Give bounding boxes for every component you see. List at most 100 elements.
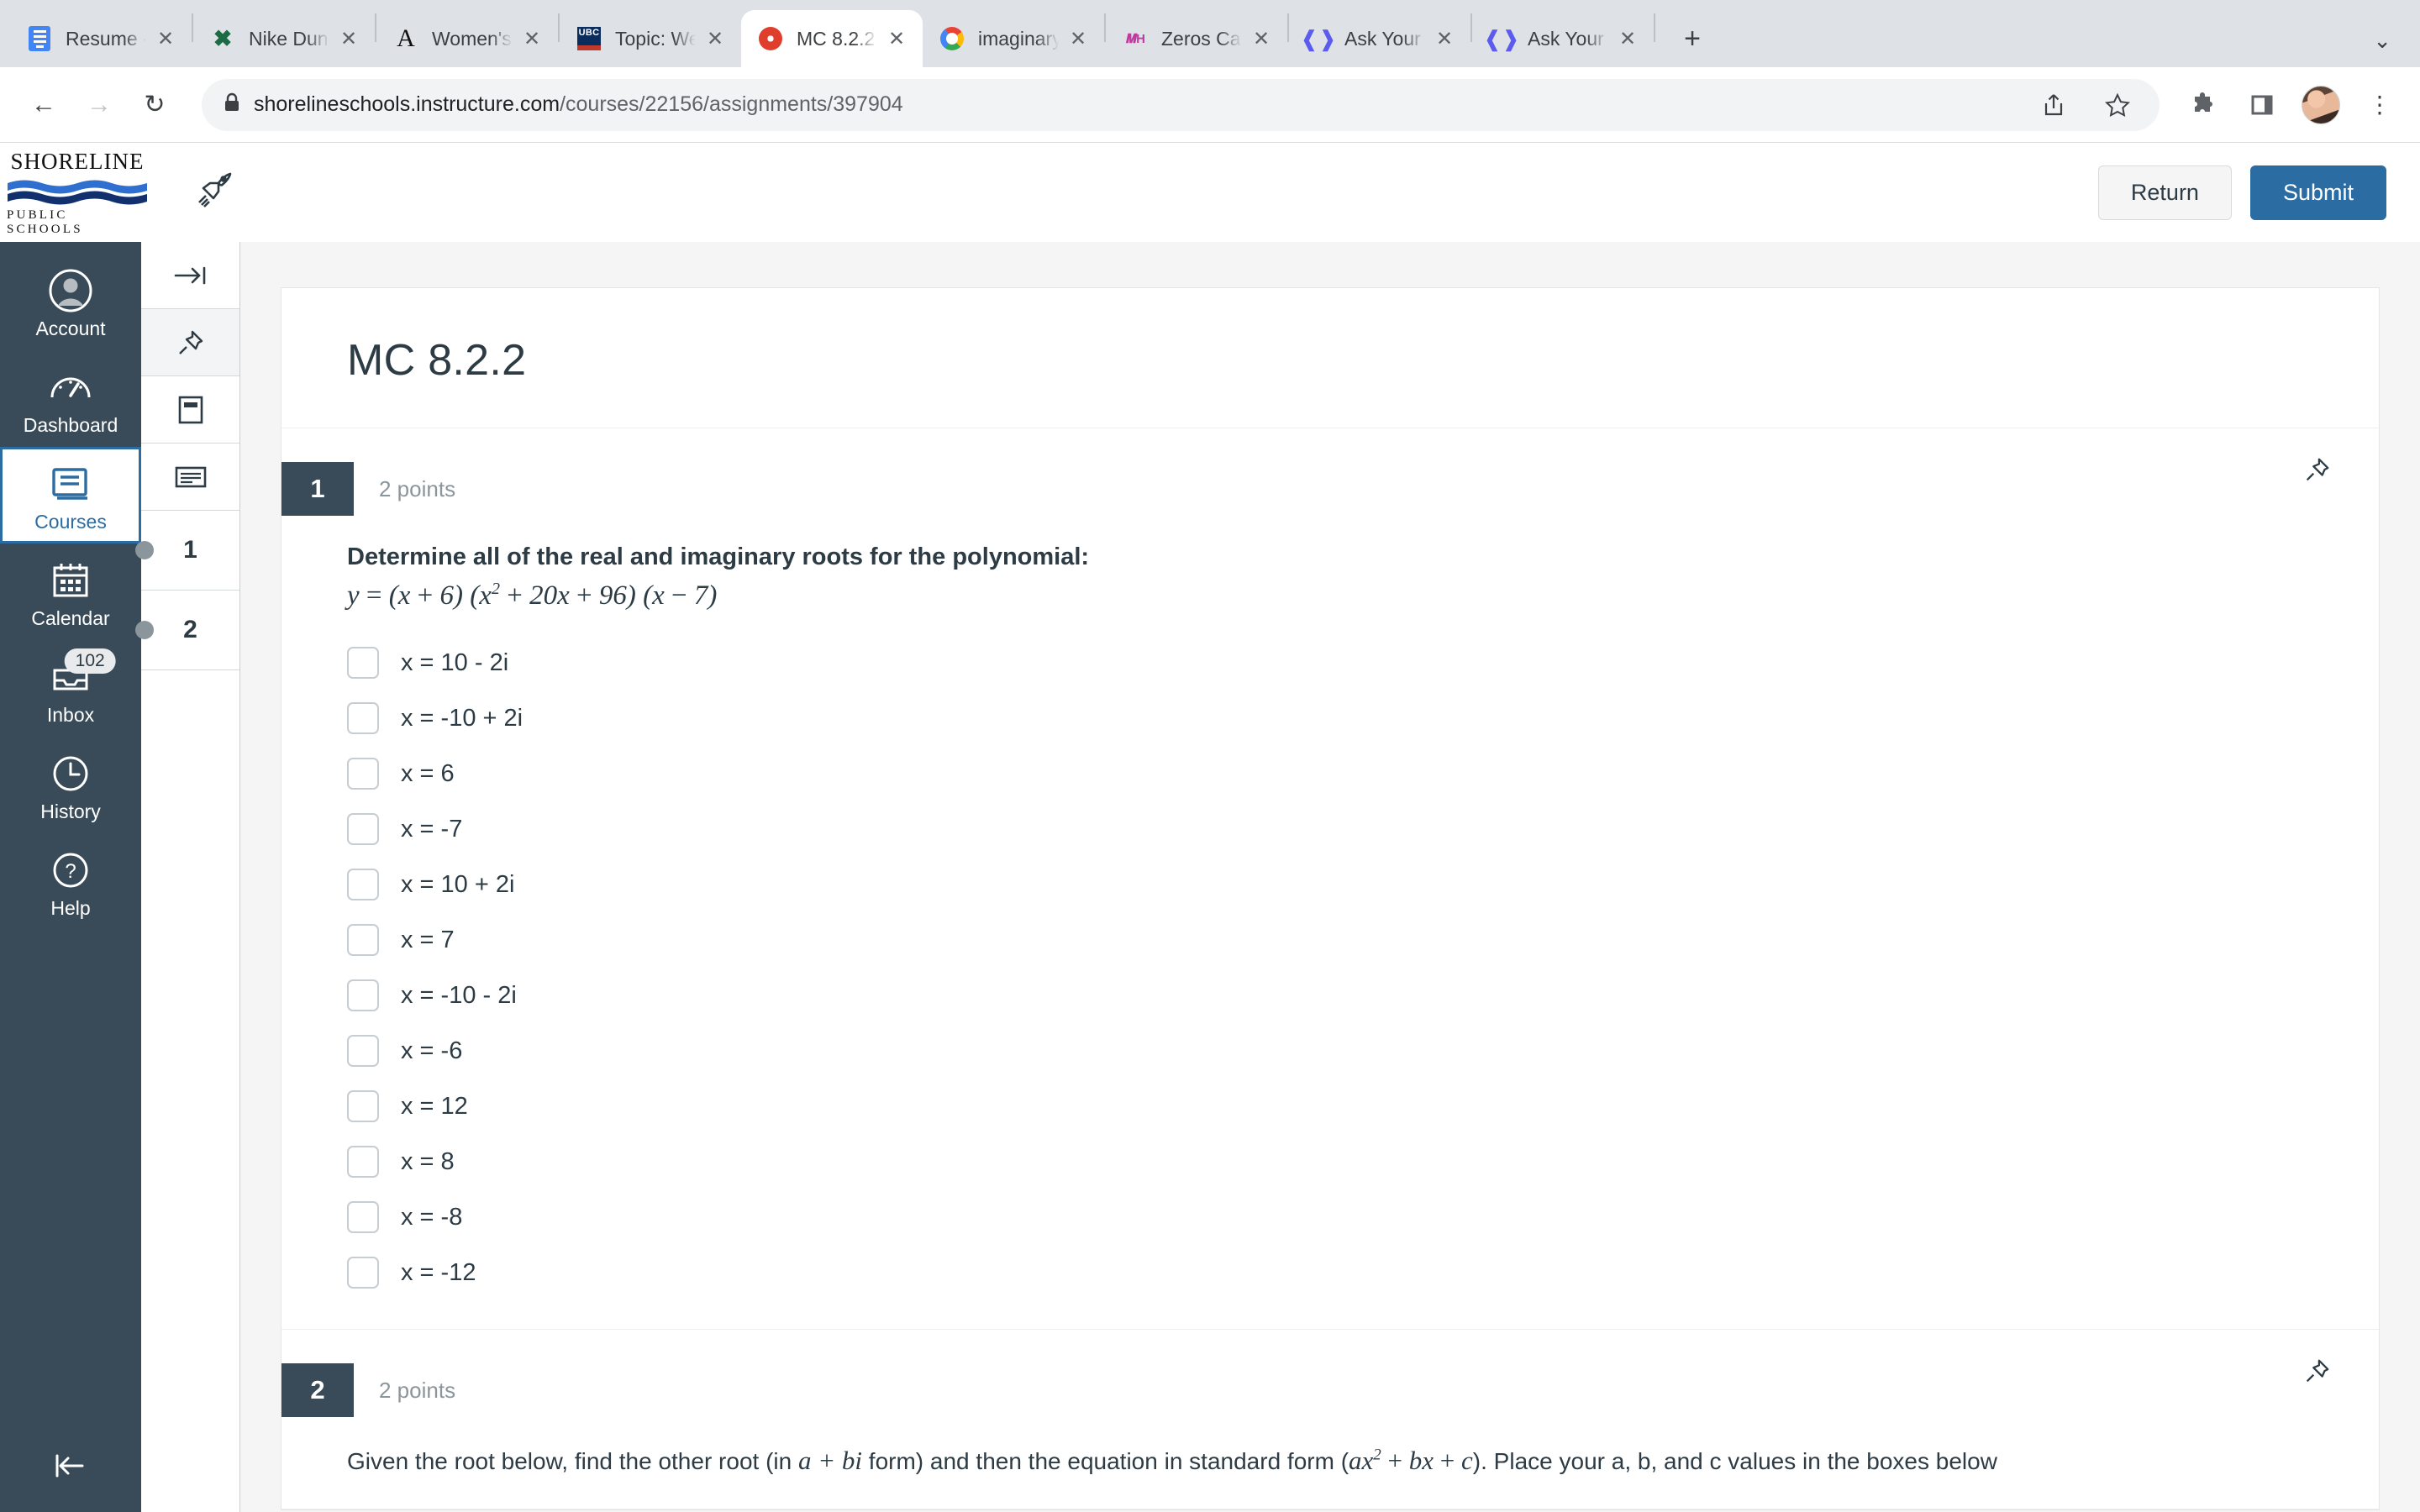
browser-tab[interactable]: ❰❱ Ask Your Algeb ✕ — [1472, 10, 1654, 67]
checkbox[interactable] — [347, 758, 379, 790]
answer-choice[interactable]: x = -7 — [347, 801, 2313, 857]
submit-button[interactable]: Submit — [2249, 165, 2386, 220]
close-icon[interactable]: ✕ — [701, 24, 729, 53]
answer-choice[interactable]: x = 12 — [347, 1079, 2313, 1134]
url-text: shorelineschools.instructure.com/courses… — [254, 92, 903, 117]
answer-choice[interactable]: x = -12 — [347, 1245, 2313, 1300]
logo-top-text: SHORELINE — [10, 148, 145, 174]
checkbox[interactable] — [347, 1201, 379, 1234]
question-points: 2 points — [379, 1377, 456, 1403]
header-block-icon[interactable] — [141, 376, 239, 444]
google-docs-icon — [27, 26, 52, 51]
answer-choice[interactable]: x = -6 — [347, 1023, 2313, 1079]
sidebar-item-calendar[interactable]: Calendar — [0, 543, 141, 640]
question-1-marker[interactable]: 1 — [135, 511, 239, 591]
browser-tab[interactable]: 𝑴H Zeros Calculat ✕ — [1106, 10, 1287, 67]
question-prompt: Given the root below, find the other roo… — [347, 1442, 2313, 1480]
bookmark-star-icon[interactable] — [2097, 85, 2138, 125]
browser-tab[interactable]: ❰❱ Ask Your Algeb ✕ — [1289, 10, 1470, 67]
answer-choice[interactable]: x = 8 — [347, 1134, 2313, 1189]
ubc-canvas-icon: UBC — [576, 26, 602, 51]
brand-logo[interactable]: SHORELINE PUBLIC SCHOOLS — [0, 149, 235, 237]
clock-icon — [50, 750, 92, 797]
answer-choice[interactable]: x = 10 - 2i — [347, 635, 2313, 690]
question-rail-number: 2 — [183, 616, 197, 643]
close-icon[interactable]: ✕ — [334, 24, 363, 53]
sidebar-item-inbox[interactable]: 102 Inbox — [0, 640, 141, 737]
chevron-down-icon[interactable]: ⌄ — [2373, 28, 2391, 54]
sidebar-item-courses[interactable]: Courses — [0, 447, 141, 543]
checkbox[interactable] — [347, 924, 379, 957]
quiz-title-block: MC 8.2.2 — [281, 288, 2379, 428]
close-icon[interactable]: ✕ — [151, 24, 180, 53]
browser-tab[interactable]: A Women's Fash ✕ — [376, 10, 558, 67]
address-bar[interactable]: shorelineschools.instructure.com/courses… — [202, 78, 2160, 131]
expand-rail-icon[interactable] — [141, 242, 239, 309]
checkbox[interactable] — [347, 869, 379, 901]
checkbox[interactable] — [347, 813, 379, 846]
browser-window: Resume - Goo ✕ ✖ Nike Dunk Low ✕ A Women… — [0, 0, 2420, 1512]
forward-button[interactable]: → — [76, 81, 123, 129]
canvas-icon — [758, 26, 783, 51]
checkbox[interactable] — [347, 702, 379, 735]
return-button[interactable]: Return — [2097, 165, 2232, 220]
tab-title: Resume - Goo — [66, 27, 146, 50]
checkbox[interactable] — [347, 979, 379, 1012]
sidebar-item-account[interactable]: Account — [0, 254, 141, 350]
header-actions: Return Submit — [2097, 165, 2386, 220]
collapse-nav-button[interactable] — [0, 1420, 141, 1512]
tab-separator — [1654, 13, 1655, 42]
avatar[interactable] — [2301, 85, 2341, 125]
shoreline-logo: SHORELINE PUBLIC SCHOOLS — [7, 149, 148, 237]
answer-choice[interactable]: x = 6 — [347, 746, 2313, 801]
answer-choice[interactable]: x = -8 — [347, 1189, 2313, 1245]
close-icon[interactable]: ✕ — [882, 24, 911, 53]
pin-icon[interactable] — [2303, 455, 2332, 491]
close-icon[interactable]: ✕ — [1613, 24, 1642, 53]
rocket-icon[interactable] — [192, 166, 235, 218]
browser-tab[interactable]: UBC Topic: Week 10 ✕ — [560, 10, 741, 67]
answer-choice[interactable]: x = -10 + 2i — [347, 690, 2313, 746]
browser-menu-icon[interactable]: ⋮ — [2360, 85, 2400, 125]
close-icon[interactable]: ✕ — [1064, 24, 1092, 53]
question-body: Determine all of the real and imaginary … — [281, 516, 2379, 1300]
sidebar-item-help[interactable]: ? Help — [0, 833, 141, 930]
tab-title: MC 8.2.2 — [797, 27, 876, 50]
close-icon[interactable]: ✕ — [1247, 24, 1276, 53]
browser-tab-active[interactable]: MC 8.2.2 ✕ — [741, 10, 923, 67]
answer-choice[interactable]: x = 7 — [347, 912, 2313, 968]
question-2-marker[interactable]: 2 — [135, 591, 239, 670]
pin-icon[interactable] — [2303, 1357, 2332, 1393]
back-button[interactable]: ← — [20, 81, 67, 129]
choice-label: x = 7 — [401, 926, 455, 953]
checkbox[interactable] — [347, 1035, 379, 1068]
question-rail-number: 1 — [183, 536, 197, 564]
quill-icon: ❰❱ — [1300, 26, 1337, 51]
answer-choice[interactable]: x = -10 - 2i — [347, 968, 2313, 1023]
sidebar-item-history[interactable]: History — [0, 737, 141, 833]
browser-tab[interactable]: Resume - Goo ✕ — [10, 10, 192, 67]
checkbox[interactable] — [347, 1257, 379, 1289]
sidebar-item-dashboard[interactable]: Dashboard — [0, 350, 141, 447]
pin-icon[interactable] — [141, 309, 239, 376]
quiz-sheet: MC 8.2.2 1 2 points Determine all of the… — [281, 287, 2380, 1511]
checkbox[interactable] — [347, 1090, 379, 1123]
share-icon[interactable] — [2033, 85, 2074, 125]
wave-graphic — [8, 177, 147, 206]
question-block-1: 1 2 points Determine all of the real and… — [281, 428, 2379, 1331]
tab-title: Ask Your Algeb — [1528, 27, 1608, 50]
answer-choice[interactable]: x = 10 + 2i — [347, 857, 2313, 912]
close-icon[interactable]: ✕ — [1430, 24, 1459, 53]
new-tab-button[interactable]: + — [1669, 15, 1716, 62]
close-icon[interactable]: ✕ — [518, 24, 546, 53]
text-block-icon[interactable] — [141, 444, 239, 511]
extensions-puzzle-icon[interactable] — [2183, 85, 2223, 125]
reload-button[interactable]: ↻ — [131, 81, 178, 129]
tab-strip: Resume - Goo ✕ ✖ Nike Dunk Low ✕ A Women… — [0, 0, 2420, 67]
browser-tab[interactable]: imaginary and ✕ — [923, 10, 1104, 67]
checkbox[interactable] — [347, 1146, 379, 1179]
side-panel-icon[interactable] — [2242, 85, 2282, 125]
checkbox[interactable] — [347, 647, 379, 680]
tab-title: imaginary and — [978, 27, 1059, 50]
browser-tab[interactable]: ✖ Nike Dunk Low ✕ — [193, 10, 375, 67]
